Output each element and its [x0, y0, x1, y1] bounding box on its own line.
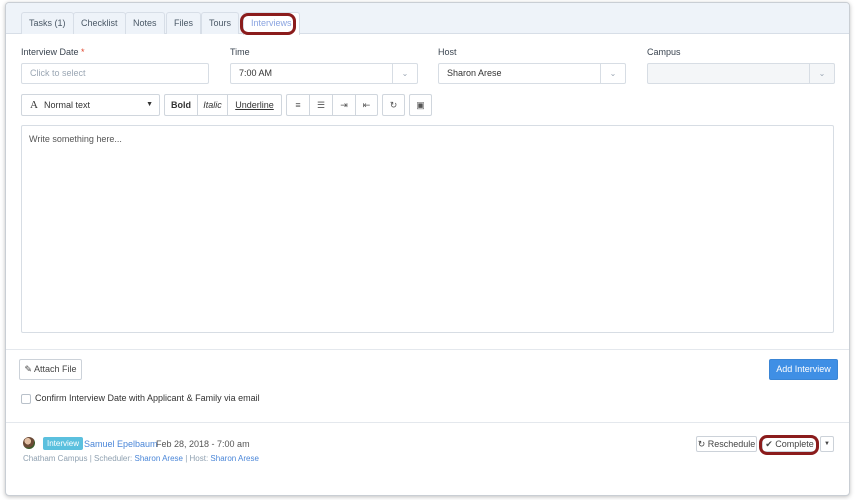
attach-file-button[interactable]: ✎ Attach File [19, 359, 82, 380]
interview-date-label: Interview Date * [21, 47, 85, 57]
check-icon: ✔ [765, 439, 773, 449]
campus-name: Chatham Campus [23, 454, 88, 463]
interview-datetime: Feb 28, 2018 - 7:00 am [156, 439, 250, 449]
interviews-panel: Tasks (1) Checklist Notes Files Tours In… [5, 2, 850, 496]
avatar [23, 437, 35, 449]
tab-notes[interactable]: Notes [125, 12, 165, 34]
confirm-email-label: Confirm Interview Date with Applicant & … [35, 393, 260, 403]
tab-bar: Tasks (1) Checklist Notes Files Tours In… [6, 3, 849, 35]
outdent-icon[interactable]: ⇤ [356, 95, 377, 115]
bullet-list-icon[interactable]: ≡ [287, 95, 310, 115]
complete-button[interactable]: ✔ Complete [762, 436, 817, 452]
italic-button[interactable]: Italic [198, 95, 228, 115]
tab-tours[interactable]: Tours [201, 12, 240, 34]
confirm-email-checkbox[interactable] [21, 394, 31, 404]
host-select[interactable]: Sharon Arese ⌄ [438, 63, 626, 84]
tab-checklist[interactable]: Checklist [73, 12, 126, 34]
chevron-down-icon: ⌄ [600, 64, 625, 83]
tab-files[interactable]: Files [166, 12, 202, 34]
section-divider [6, 349, 849, 350]
host-label: Host [438, 47, 457, 57]
host-value: Sharon Arese [447, 68, 502, 78]
refresh-icon: ↻ [697, 439, 706, 449]
underline-button[interactable]: Underline [228, 95, 281, 115]
tab-interviews[interactable]: Interviews [243, 12, 300, 35]
numbered-list-icon[interactable]: ☰ [310, 95, 333, 115]
chevron-down-icon: ⌄ [392, 64, 417, 83]
caret-down-icon: ▼ [146, 101, 153, 108]
time-value: 7:00 AM [239, 68, 273, 78]
text-format-value: Normal text [44, 100, 91, 110]
interview-badge: Interview [43, 437, 84, 450]
scheduler-name: Sharon Arese [134, 454, 183, 463]
applicant-name-link[interactable]: Samuel Epelbaum [84, 439, 158, 449]
bold-button[interactable]: Bold [165, 95, 198, 115]
interview-meta: Chatham Campus | Scheduler: Sharon Arese… [23, 454, 259, 463]
interview-date-input[interactable]: Click to select [21, 63, 209, 84]
text-format-icon: A [30, 99, 38, 111]
indent-icon[interactable]: ⇥ [333, 95, 356, 115]
scheduler-label: Scheduler: [94, 454, 133, 463]
redo-icon[interactable]: ↻ [382, 94, 405, 116]
section-divider [6, 422, 849, 423]
inline-format-group: Bold Italic Underline [164, 94, 282, 116]
add-interview-button[interactable]: Add Interview [769, 359, 838, 380]
caret-down-icon: ▼ [824, 441, 830, 447]
text-format-dropdown[interactable]: A Normal text ▼ [21, 94, 160, 116]
list-format-group: ≡ ☰ ⇥ ⇤ [286, 94, 378, 116]
chevron-down-icon: ⌄ [809, 64, 834, 83]
tab-tasks[interactable]: Tasks (1) [21, 12, 74, 34]
host-meta-label: Host: [189, 454, 209, 463]
reschedule-button[interactable]: ↻ Reschedule [696, 436, 757, 452]
campus-label: Campus [647, 47, 681, 57]
paperclip-icon: ✎ [24, 364, 32, 374]
image-icon[interactable]: ▣ [409, 94, 432, 116]
time-select[interactable]: 7:00 AM ⌄ [230, 63, 418, 84]
complete-options-toggle[interactable]: ▼ [820, 436, 834, 452]
host-name: Sharon Arese [210, 454, 259, 463]
notes-editor[interactable]: Write something here... [21, 125, 834, 333]
campus-select[interactable]: ⌄ [647, 63, 835, 84]
time-label: Time [230, 47, 250, 57]
